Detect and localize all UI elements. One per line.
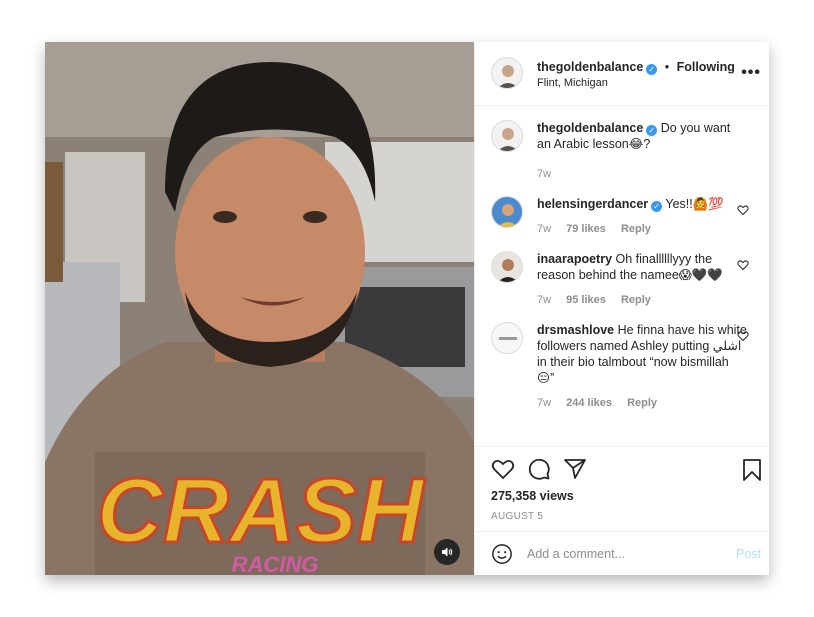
comment-composer: Post	[475, 531, 769, 575]
emoji-smiley-icon[interactable]	[491, 543, 513, 565]
action-bar: 275,358 views AUGUST 5	[475, 446, 769, 531]
reply-button[interactable]: Reply	[621, 294, 651, 306]
comment-username[interactable]: helensingerdancer	[537, 197, 648, 211]
caption-avatar[interactable]	[491, 119, 523, 152]
save-bookmark-icon[interactable]	[741, 458, 763, 482]
comment-bubble-icon[interactable]	[527, 457, 551, 481]
comment-item: helensingerdancer ✓ Yes!!🙆💯 7w 79 likes R…	[491, 195, 753, 237]
view-count[interactable]: 275,358 views	[491, 489, 753, 503]
comment-likes[interactable]: 244 likes	[566, 397, 612, 409]
post-date: AUGUST 5	[491, 511, 544, 523]
comment-likes[interactable]: 95 likes	[566, 294, 606, 306]
verified-badge-icon: ✓	[646, 124, 658, 136]
avatar-image	[492, 322, 522, 353]
comment-item: inaarapoetry Oh finallllllyyy the reason…	[491, 250, 753, 308]
comments-list[interactable]: thegoldenbalance ✓ Do you want an Arabic …	[475, 106, 769, 447]
sound-toggle-button[interactable]	[434, 539, 460, 565]
comment-likes[interactable]: 79 likes	[566, 223, 606, 235]
verified-badge-icon: ✓	[651, 200, 663, 212]
comment-avatar[interactable]	[491, 250, 523, 283]
avatar-image	[497, 65, 519, 89]
post-dialog: CRASH RACING thegoldenbalance ✓ • Followi…	[45, 42, 769, 575]
comment-age: 7w	[537, 396, 552, 409]
shirt-text: CRASH	[96, 460, 426, 562]
header-separator: •	[664, 59, 670, 74]
share-paper-plane-icon[interactable]	[563, 457, 587, 481]
reply-button[interactable]: Reply	[621, 223, 651, 235]
post-header: thegoldenbalance ✓ • Following Flint, Mic…	[475, 42, 769, 106]
details-panel: thegoldenbalance ✓ • Following Flint, Mic…	[474, 42, 769, 575]
author-username[interactable]: thegoldenbalance	[537, 60, 643, 74]
add-comment-input[interactable]	[527, 546, 717, 561]
comment-avatar[interactable]	[491, 321, 523, 354]
comment-text: Yes!!🙆💯	[665, 196, 724, 211]
like-comment-heart-icon[interactable]	[737, 330, 749, 342]
avatar-image	[492, 196, 522, 227]
video-player[interactable]: CRASH RACING	[45, 42, 474, 575]
more-options-icon[interactable]: •••	[741, 64, 761, 82]
following-button[interactable]: Following	[677, 60, 735, 74]
comment-age: 7w	[537, 293, 552, 306]
caption-age: 7w	[537, 167, 552, 180]
shirt-graphic: CRASH RACING	[95, 459, 428, 576]
shirt-subtext: RACING	[232, 552, 319, 575]
comment-avatar[interactable]	[491, 195, 523, 228]
caption-username[interactable]: thegoldenbalance	[537, 121, 643, 135]
like-heart-icon[interactable]	[491, 457, 515, 481]
comment-age: 7w	[537, 222, 552, 235]
avatar-image	[497, 127, 519, 151]
like-comment-heart-icon[interactable]	[737, 204, 749, 216]
comment-item: drsmashlove He finna have his white foll…	[491, 321, 753, 411]
comment-username[interactable]: inaarapoetry	[537, 252, 612, 266]
reply-button[interactable]: Reply	[627, 397, 657, 409]
post-location[interactable]: Flint, Michigan	[537, 77, 735, 91]
author-avatar[interactable]	[491, 57, 523, 90]
post-comment-button[interactable]: Post	[736, 547, 761, 561]
caption: thegoldenbalance ✓ Do you want an Arabic …	[491, 119, 753, 182]
avatar-image	[492, 251, 522, 282]
speaker-icon	[442, 547, 453, 557]
like-comment-heart-icon[interactable]	[737, 259, 749, 271]
comment-username[interactable]: drsmashlove	[537, 323, 614, 337]
verified-badge-icon: ✓	[646, 63, 658, 75]
